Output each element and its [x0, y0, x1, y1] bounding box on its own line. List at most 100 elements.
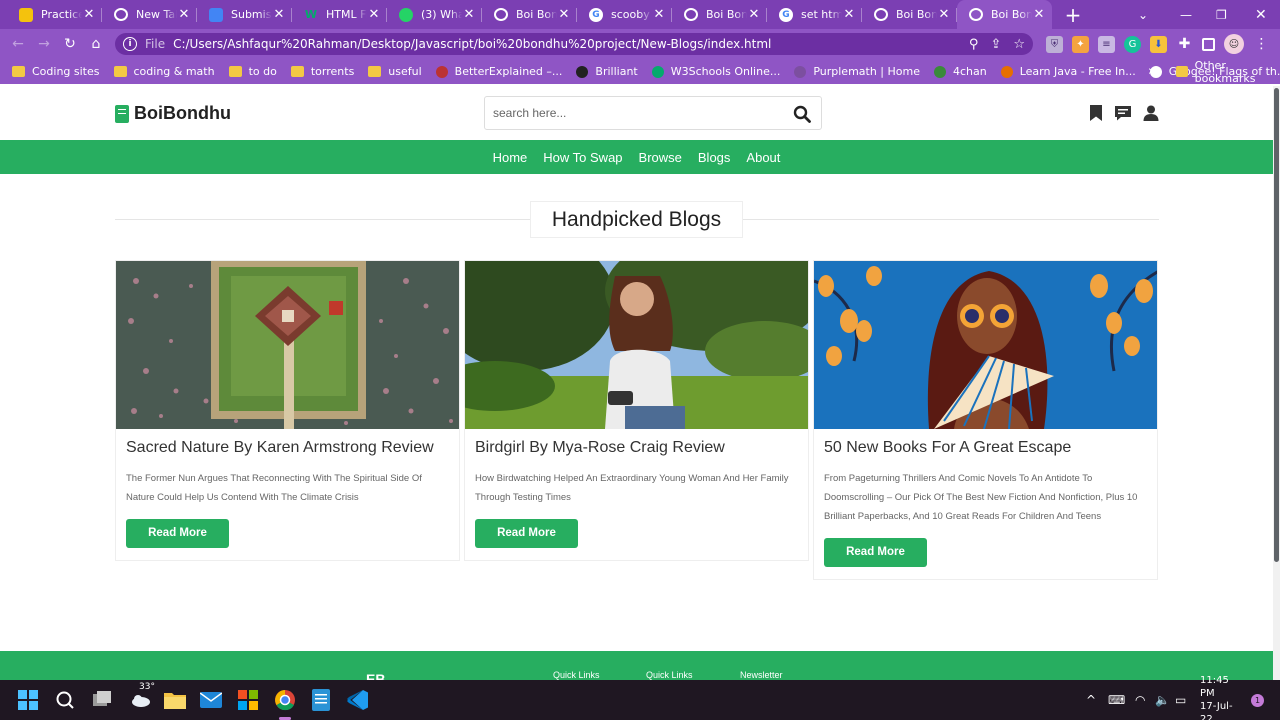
browser-tab[interactable]: Practice C✕	[7, 0, 102, 29]
forward-button[interactable]: →	[31, 36, 57, 52]
tab-close-icon[interactable]: ✕	[842, 7, 856, 22]
zoom-icon[interactable]: ⚲	[969, 37, 979, 52]
browser-tab[interactable]: Gscooby d✕	[577, 0, 672, 29]
bookmark-item[interactable]: torrents	[290, 65, 354, 78]
site-logo[interactable]: BoiBondhu	[115, 103, 231, 124]
tab-close-icon[interactable]: ✕	[82, 7, 96, 22]
extension-icon[interactable]: ✦	[1072, 35, 1089, 53]
bookmark-item[interactable]: BetterExplained –...	[435, 65, 562, 78]
bookmark-item[interactable]: Learn Java - Free In...	[1000, 65, 1136, 78]
blog-title[interactable]: Birdgirl By Mya-Rose Craig Review	[475, 439, 798, 457]
minimize-window-button[interactable]: —	[1180, 0, 1192, 29]
tab-close-icon[interactable]: ✕	[272, 7, 286, 22]
info-icon[interactable]: i	[123, 37, 137, 51]
browser-tab[interactable]: W HTML File✕	[292, 0, 387, 29]
search-icon[interactable]	[793, 105, 811, 123]
tab-close-icon[interactable]: ✕	[367, 7, 381, 22]
browser-tab[interactable]: Boi Bondh✕	[957, 0, 1052, 29]
wifi-icon[interactable]: ◠	[1135, 680, 1145, 720]
comment-icon[interactable]	[1114, 105, 1132, 121]
tab-close-icon[interactable]: ✕	[177, 7, 191, 22]
bookmark-item[interactable]: coding & math	[113, 65, 215, 78]
reader-extension-icon[interactable]: ≡	[1098, 35, 1115, 53]
tab-close-icon[interactable]: ✕	[462, 7, 476, 22]
bookmark-item[interactable]: Brilliant	[576, 65, 638, 78]
browser-tab[interactable]: Boi Bondh✕	[672, 0, 767, 29]
vscode-icon[interactable]	[346, 688, 370, 712]
bookmark-item[interactable]: Coding sites	[12, 65, 100, 78]
clock[interactable]: 11:45 PM 17-Jul-22	[1200, 675, 1244, 720]
browser-tab[interactable]: Boi Bondh✕	[862, 0, 957, 29]
bookmark-star-icon[interactable]: ☆	[1013, 37, 1025, 52]
tab-close-icon[interactable]: ✕	[557, 7, 571, 22]
search-taskbar-icon[interactable]	[53, 688, 77, 712]
share-icon[interactable]: ⇪	[990, 37, 1001, 52]
page-scrollbar[interactable]	[1273, 86, 1280, 680]
start-button[interactable]	[16, 688, 40, 712]
read-more-button[interactable]: Read More	[824, 538, 927, 567]
search-input[interactable]	[485, 98, 775, 128]
new-tab-button[interactable]: +	[1058, 0, 1088, 29]
user-icon[interactable]	[1143, 105, 1159, 121]
chrome-taskbar-icon[interactable]	[273, 688, 297, 712]
close-window-button[interactable]: ✕	[1255, 0, 1267, 29]
volume-icon[interactable]: 🔈	[1155, 680, 1170, 720]
tab-close-icon[interactable]: ✕	[652, 7, 666, 22]
browser-tab[interactable]: (3) Whats✕	[387, 0, 482, 29]
extensions-puzzle-icon[interactable]: ✚	[1176, 36, 1193, 53]
browser-menu-icon[interactable]: ⋮	[1253, 36, 1270, 53]
blog-image-aerial-temple[interactable]	[116, 261, 459, 429]
address-bar[interactable]: i File C:/Users/Ashfaqur%20Rahman/Deskto…	[115, 33, 1033, 55]
other-bookmarks-folder[interactable]: Other bookmarks	[1176, 59, 1280, 85]
shield-extension-icon[interactable]: ⛨	[1046, 35, 1063, 53]
tab-close-icon[interactable]: ✕	[747, 7, 761, 22]
grammarly-icon[interactable]: G	[1124, 35, 1141, 53]
read-more-button[interactable]: Read More	[126, 519, 229, 548]
browser-tab[interactable]: New Tab✕	[102, 0, 197, 29]
profile-avatar[interactable]: ☺	[1224, 34, 1244, 54]
bookmarks-overflow-button[interactable]: »	[1148, 64, 1156, 79]
home-button[interactable]: ⌂	[83, 36, 109, 52]
microsoft-store-icon[interactable]	[236, 688, 260, 712]
download-extension-icon[interactable]: ⬇	[1150, 35, 1167, 53]
reload-button[interactable]: ↻	[57, 36, 83, 52]
globe-favicon-icon	[494, 8, 508, 21]
back-button[interactable]: ←	[5, 36, 31, 52]
nav-home[interactable]: Home	[493, 150, 528, 165]
blog-image-woman-with-fan-illustration[interactable]	[814, 261, 1157, 429]
nav-browse[interactable]: Browse	[639, 150, 682, 165]
bookmark-item[interactable]: 4chan	[934, 65, 987, 78]
bookmark-icon[interactable]	[1089, 105, 1103, 121]
file-explorer-icon[interactable]	[163, 688, 187, 712]
nav-blogs[interactable]: Blogs	[698, 150, 731, 165]
nav-about[interactable]: About	[746, 150, 780, 165]
battery-icon[interactable]: ▭	[1175, 680, 1186, 720]
bookmark-item[interactable]: W3Schools Online...	[651, 65, 780, 78]
blog-image-girl-with-binoculars[interactable]	[465, 261, 808, 429]
tab-search-icon[interactable]: ⌄	[1138, 0, 1148, 29]
bookmark-item[interactable]: to do	[228, 65, 277, 78]
tab-close-icon[interactable]: ✕	[937, 7, 951, 22]
bookmark-item[interactable]: Purplemath | Home	[794, 65, 920, 78]
weather-widget[interactable]: 33°	[126, 682, 156, 712]
notepad-icon[interactable]	[309, 688, 333, 712]
browser-tab[interactable]: Boi Bondh✕	[482, 0, 577, 29]
bookmark-item[interactable]: useful	[368, 65, 422, 78]
blog-title[interactable]: Sacred Nature By Karen Armstrong Review	[126, 439, 449, 457]
tab-close-icon[interactable]: ✕	[1032, 7, 1046, 22]
nav-how-to-swap[interactable]: How To Swap	[543, 150, 622, 165]
maximize-window-button[interactable]: ❐	[1216, 0, 1227, 29]
browser-tab[interactable]: Gset html o✕	[767, 0, 862, 29]
browser-tab[interactable]: Submissio✕	[197, 0, 292, 29]
blog-title[interactable]: 50 New Books For A Great Escape	[824, 439, 1147, 457]
page-viewport: BoiBondhu Home How To Swap Bro	[0, 86, 1273, 680]
notifications-button[interactable]: 1	[1251, 680, 1264, 720]
keyboard-icon[interactable]: ⌨	[1108, 680, 1125, 720]
mail-icon[interactable]	[199, 688, 223, 712]
show-hidden-icons-button[interactable]: ^	[1086, 680, 1096, 720]
address-url[interactable]: C:/Users/Ashfaqur%20Rahman/Desktop/Javas…	[173, 37, 771, 51]
task-view-icon[interactable]	[90, 688, 114, 712]
scrollbar-thumb[interactable]	[1274, 88, 1279, 562]
read-more-button[interactable]: Read More	[475, 519, 578, 548]
side-panel-icon[interactable]	[1202, 37, 1215, 51]
